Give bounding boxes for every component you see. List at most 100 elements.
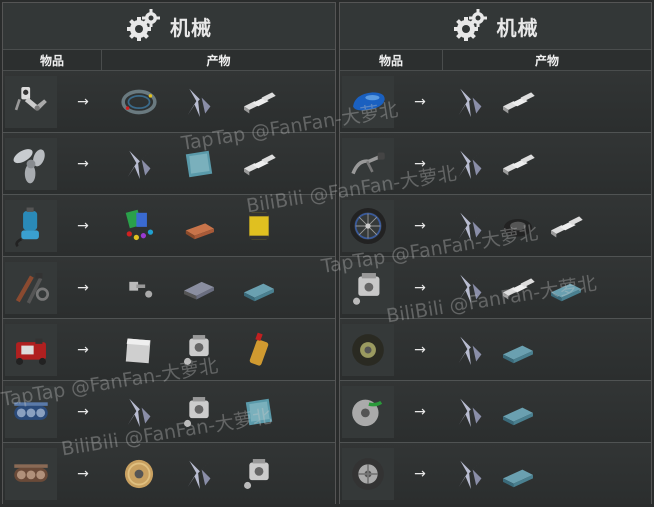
col-output-header: 产物 bbox=[534, 53, 559, 68]
iron-ingot-icon bbox=[551, 215, 583, 237]
tire-icon bbox=[352, 333, 384, 366]
wire-coil-icon bbox=[121, 89, 157, 114]
arrow: → bbox=[77, 341, 89, 358]
iron-ingot-icon bbox=[503, 153, 535, 175]
arrow: → bbox=[77, 279, 89, 296]
output-slot bbox=[229, 262, 289, 314]
scrap-metal-icon bbox=[458, 88, 482, 117]
panel-title: 机械 bbox=[3, 3, 335, 50]
scrap-metal-icon bbox=[458, 274, 482, 303]
recipe-row: → bbox=[340, 133, 651, 195]
recipe-row: → bbox=[3, 195, 335, 257]
steel-ingot-icon bbox=[503, 407, 533, 425]
output-slot bbox=[494, 262, 542, 314]
output-slot bbox=[169, 200, 229, 252]
scrap-metal-icon bbox=[127, 150, 151, 179]
scrap-metal-icon bbox=[458, 460, 482, 489]
scrap-metal-icon bbox=[127, 398, 151, 427]
steel-plate-icon bbox=[185, 150, 213, 177]
panel-title: 机械 bbox=[340, 3, 651, 50]
saw-blade-icon bbox=[352, 399, 383, 426]
robot-arm-icon bbox=[14, 86, 47, 111]
output-slot bbox=[229, 448, 289, 500]
output-slot bbox=[229, 386, 289, 438]
arrow: → bbox=[414, 155, 426, 172]
arrow: → bbox=[414, 279, 426, 296]
output-slot bbox=[109, 386, 169, 438]
output-slot bbox=[169, 262, 229, 314]
recipe-panel-right: 机械 物品 产物 → → → → → → → bbox=[339, 2, 652, 504]
fuel-bottle-icon bbox=[249, 332, 269, 366]
arrow: → bbox=[77, 465, 89, 482]
recipe-list: → → → → → → → bbox=[340, 71, 651, 504]
output-slot bbox=[169, 324, 229, 376]
output-slot bbox=[169, 386, 229, 438]
output-slot bbox=[109, 448, 169, 500]
output-slot bbox=[109, 324, 169, 376]
gear-icon bbox=[127, 9, 160, 41]
steel-plate-icon bbox=[245, 398, 273, 425]
item-slot bbox=[5, 447, 57, 500]
output-slot bbox=[229, 324, 289, 376]
output-slot bbox=[169, 76, 229, 128]
recipe-row: → bbox=[340, 381, 651, 443]
generator-icon bbox=[16, 338, 46, 365]
recipe-panel-left: 机械 物品 产物 → → → → → → → bbox=[2, 2, 336, 504]
output-slot bbox=[229, 76, 289, 128]
recipe-row: → bbox=[3, 381, 335, 443]
steel-ingot-icon bbox=[503, 345, 533, 363]
item-slot bbox=[342, 261, 394, 314]
wires-colorful-icon bbox=[125, 209, 154, 240]
bike-wheel-icon bbox=[349, 207, 387, 244]
output-slot bbox=[446, 138, 494, 190]
arrow: → bbox=[77, 155, 89, 172]
scrap-metal-icon bbox=[187, 88, 211, 117]
engine-block-icon bbox=[353, 272, 380, 305]
recipe-row: → bbox=[340, 195, 651, 257]
oil-filter-icon bbox=[249, 212, 269, 239]
recipe-row: → bbox=[3, 443, 335, 504]
output-slot bbox=[169, 138, 229, 190]
recipe-row: → bbox=[340, 71, 651, 133]
output-slot bbox=[229, 200, 289, 252]
output-slot bbox=[542, 262, 590, 314]
col-item-header: 物品 bbox=[3, 50, 102, 70]
output-slot bbox=[109, 76, 169, 128]
column-header: 物品 产物 bbox=[340, 50, 651, 71]
fuel-tank-icon bbox=[353, 91, 385, 110]
iron-ingot-icon bbox=[503, 91, 535, 113]
item-slot bbox=[5, 199, 57, 252]
engine-part-icon bbox=[184, 396, 209, 427]
tank-track-icon bbox=[14, 401, 48, 420]
wheel-rim-icon bbox=[352, 457, 384, 490]
arrow: → bbox=[77, 93, 89, 110]
scrap-metal-icon bbox=[458, 212, 482, 241]
output-slot bbox=[494, 200, 542, 252]
copper-wire-spool-icon bbox=[124, 459, 154, 488]
scrap-metal-icon bbox=[458, 336, 482, 365]
output-slot bbox=[446, 386, 494, 438]
item-slot bbox=[342, 323, 394, 376]
engine-part-icon bbox=[244, 458, 269, 489]
scrap-metal-icon bbox=[187, 460, 211, 489]
recipe-row: → bbox=[3, 71, 335, 133]
gear-icon bbox=[453, 9, 487, 41]
metal-sheet-icon bbox=[125, 338, 151, 363]
output-slot bbox=[494, 386, 542, 438]
output-slot bbox=[446, 76, 494, 128]
arrow: → bbox=[414, 217, 426, 234]
output-slot bbox=[446, 200, 494, 252]
panel-title-text: 机械 bbox=[170, 15, 212, 40]
output-slot bbox=[446, 448, 494, 500]
bolts-icon bbox=[129, 281, 153, 298]
handlebar-icon bbox=[351, 152, 385, 174]
recipe-row: → bbox=[340, 319, 651, 381]
arrow: → bbox=[414, 465, 426, 482]
item-slot bbox=[5, 75, 57, 128]
output-slot bbox=[109, 138, 169, 190]
steel-ingot-icon bbox=[503, 469, 533, 487]
item-slot bbox=[342, 75, 394, 128]
output-slot bbox=[494, 324, 542, 376]
iron-ingot-icon bbox=[244, 153, 276, 175]
arrow: → bbox=[414, 403, 426, 420]
